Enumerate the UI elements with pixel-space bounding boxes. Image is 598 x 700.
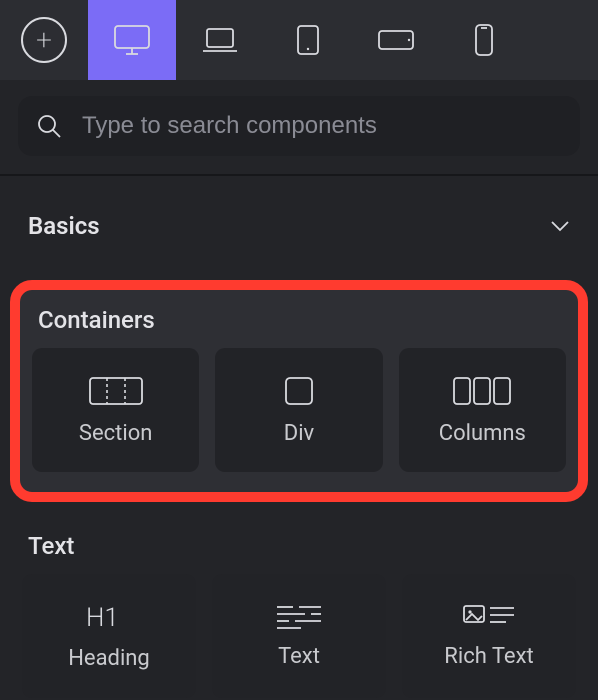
tile-richtext-label: Rich Text [444,644,533,669]
laptop-icon [200,25,240,55]
top-toolbar: + [0,0,598,80]
group-containers-highlight: Containers Section Div Columns [10,280,588,502]
heading-icon: H1 [86,602,132,632]
tile-heading[interactable]: H1 Heading [22,574,196,698]
search-icon [36,113,62,139]
richtext-icon [462,604,516,630]
tile-heading-label: Heading [68,646,150,671]
add-button[interactable]: + [0,0,88,80]
svg-text:H1: H1 [86,603,119,632]
plus-icon: + [21,17,67,63]
group-containers-tiles: Section Div Columns [32,348,566,472]
device-desktop[interactable] [88,0,176,80]
landscape-icon [376,28,416,52]
group-text-tiles: H1 Heading Text [22,574,576,698]
tile-text[interactable]: Text [212,574,386,698]
text-icon [275,604,323,630]
tile-div-label: Div [284,421,314,446]
phone-icon [473,22,495,58]
device-phone[interactable] [440,0,528,80]
device-tablet[interactable] [264,0,352,80]
tile-div[interactable]: Div [215,348,382,472]
device-laptop[interactable] [176,0,264,80]
tile-text-label: Text [278,644,320,669]
group-text-title: Text [22,526,576,574]
tile-section[interactable]: Section [32,348,199,472]
group-text: Text H1 Heading Text [0,512,598,698]
tile-section-label: Section [79,421,153,446]
tablet-icon [295,23,321,57]
columns-icon [451,375,513,407]
category-basics-label: Basics [28,212,100,240]
group-containers-title: Containers [32,300,566,348]
tile-columns[interactable]: Columns [399,348,566,472]
section-icon [87,375,145,407]
tile-richtext[interactable]: Rich Text [402,574,576,698]
desktop-icon [112,23,152,57]
category-basics-header[interactable]: Basics [0,176,598,254]
search-bar[interactable] [18,96,580,156]
chevron-down-icon [550,220,570,232]
device-landscape[interactable] [352,0,440,80]
div-icon [283,375,315,407]
search-input[interactable] [80,111,562,141]
tile-columns-label: Columns [439,421,526,446]
